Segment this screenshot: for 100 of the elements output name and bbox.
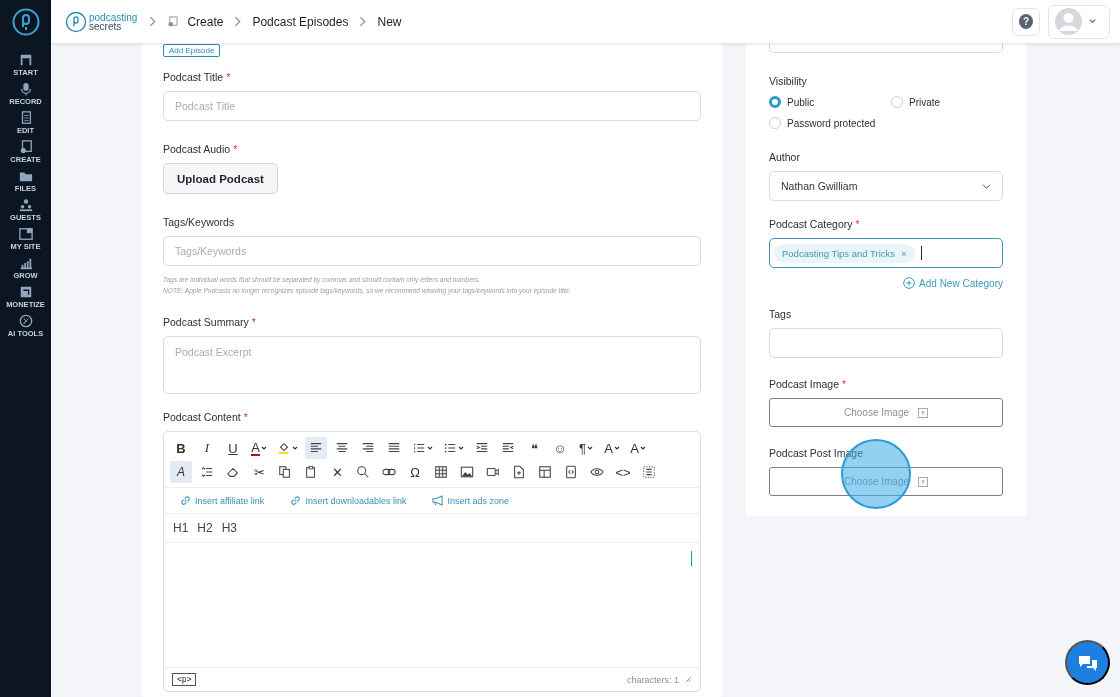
document-icon <box>18 140 33 154</box>
chevron-icon <box>232 16 244 27</box>
chevron-icon <box>357 16 369 27</box>
caret-icon <box>1088 17 1097 26</box>
breadcrumb-link[interactable]: New <box>377 14 402 29</box>
field-label: Podcast Summary <box>163 316 249 328</box>
resize-grip-icon <box>685 676 692 683</box>
select-all-icon <box>642 465 656 479</box>
path-tag[interactable]: <p> <box>172 673 197 686</box>
radio-option[interactable]: Public <box>769 96 891 108</box>
link-icon <box>180 495 191 506</box>
browser-icon <box>18 227 33 241</box>
toolbar-button[interactable]: Ω <box>404 461 426 483</box>
brand-name: podcasting secrets <box>89 12 138 31</box>
field-label: Author <box>769 151 800 163</box>
author-dropdown[interactable]: Nathan Gwilliam <box>769 171 1003 201</box>
field-label: Podcast Category <box>769 218 853 230</box>
field-label: Visibility <box>769 75 808 87</box>
eye-icon <box>590 465 604 479</box>
toolbar-button[interactable]: ☺ <box>549 437 571 459</box>
breadcrumb-link[interactable]: Create <box>187 14 224 29</box>
add-episode-button[interactable]: Add Episode <box>163 44 221 57</box>
radio-button[interactable] <box>769 117 781 129</box>
numbered-list-icon <box>412 441 426 455</box>
toolbar-button[interactable]: A <box>601 437 623 459</box>
toolbar-button[interactable]: <> <box>612 461 634 483</box>
megaphone-icon <box>432 495 444 506</box>
line-height-icon <box>200 465 214 479</box>
text-field[interactable] <box>769 43 1003 53</box>
field-label: Tags <box>769 308 792 320</box>
required-mark: * <box>855 218 860 230</box>
align-center-icon <box>335 441 349 455</box>
radio-option[interactable]: Private <box>891 96 1003 108</box>
logo-icon <box>11 8 40 36</box>
required-mark: * <box>233 143 238 155</box>
heading-button[interactable]: H3 <box>221 521 238 535</box>
insert-link[interactable]: Insert downloadables link <box>290 495 407 506</box>
category-tag: Podcasting Tips and Tricks × <box>774 243 915 263</box>
avatar-icon <box>1055 8 1082 35</box>
video-camera-icon <box>486 465 500 479</box>
clipboard-icon <box>304 465 318 479</box>
chat-button[interactable] <box>1065 640 1110 685</box>
upload-button[interactable]: Upload Podcast <box>163 163 278 194</box>
toolbar-button[interactable]: A <box>170 461 192 483</box>
field-label: Podcast Title <box>163 71 224 83</box>
toolbar-button[interactable]: ✂ <box>248 461 270 483</box>
character-count: characters: 1 <box>626 674 679 685</box>
text-field[interactable] <box>769 328 1003 358</box>
people-icon <box>18 198 33 212</box>
file-plus-icon <box>512 465 526 479</box>
chevron-icon <box>147 16 159 27</box>
field-label: Podcast Content <box>163 411 241 423</box>
toolbar-button[interactable]: A <box>248 437 270 459</box>
toolbar-button[interactable]: I <box>196 437 218 459</box>
toolbar-button[interactable] <box>305 437 327 459</box>
image-icon <box>460 465 474 479</box>
heading-button[interactable]: H1 <box>173 521 189 535</box>
upload-icon <box>918 407 928 418</box>
radio-button[interactable] <box>769 96 781 108</box>
toolbar-button[interactable]: ❝ <box>523 437 545 459</box>
link-icon <box>290 495 302 506</box>
toolbar-button[interactable]: A <box>627 437 649 459</box>
toolbar-button[interactable]: U <box>222 437 244 459</box>
heading-button[interactable]: H2 <box>197 521 213 535</box>
box-icon <box>18 285 33 299</box>
text-field[interactable]: Podcast Title <box>163 91 701 121</box>
toolbar-button[interactable]: B <box>170 437 192 459</box>
required-mark: * <box>842 378 847 390</box>
document-icon <box>167 16 179 27</box>
text-cursor <box>920 246 922 260</box>
align-left-icon <box>309 441 323 455</box>
justify-icon <box>387 441 401 455</box>
microphone-icon <box>18 82 33 96</box>
required-mark: * <box>251 316 256 328</box>
eraser-icon <box>226 465 240 479</box>
chart-icon <box>18 256 33 270</box>
insert-link[interactable]: Insert ads zone <box>432 495 509 506</box>
upload-icon <box>918 476 928 487</box>
indent-icon <box>501 441 515 455</box>
field-label: Podcast Image <box>769 378 840 390</box>
radio-option[interactable]: Password protected <box>769 117 891 129</box>
align-right-icon <box>361 441 375 455</box>
insert-link[interactable]: Insert affiliate link <box>180 495 265 506</box>
text-cursor <box>691 551 692 566</box>
search-icon <box>356 465 370 479</box>
breadcrumb-link[interactable]: Podcast Episodes <box>252 14 349 29</box>
table-icon <box>434 465 448 479</box>
toolbar-button[interactable]: ¶ <box>575 437 597 459</box>
logo-icon <box>65 10 87 33</box>
plus-circle-icon <box>903 277 916 289</box>
text-area[interactable]: Podcast Excerpt <box>163 336 701 394</box>
radio-button[interactable] <box>891 96 903 108</box>
toolbar-button[interactable]: ✕ <box>326 461 348 483</box>
bullet-list-icon <box>443 441 457 455</box>
copy-icon <box>278 465 292 479</box>
text-field[interactable]: Tags/Keywords <box>163 236 701 266</box>
help-button[interactable]: ? <box>1012 7 1040 36</box>
outdent-icon <box>475 441 489 455</box>
layout-icon <box>538 465 552 479</box>
field-label: Podcast Audio <box>163 143 231 155</box>
